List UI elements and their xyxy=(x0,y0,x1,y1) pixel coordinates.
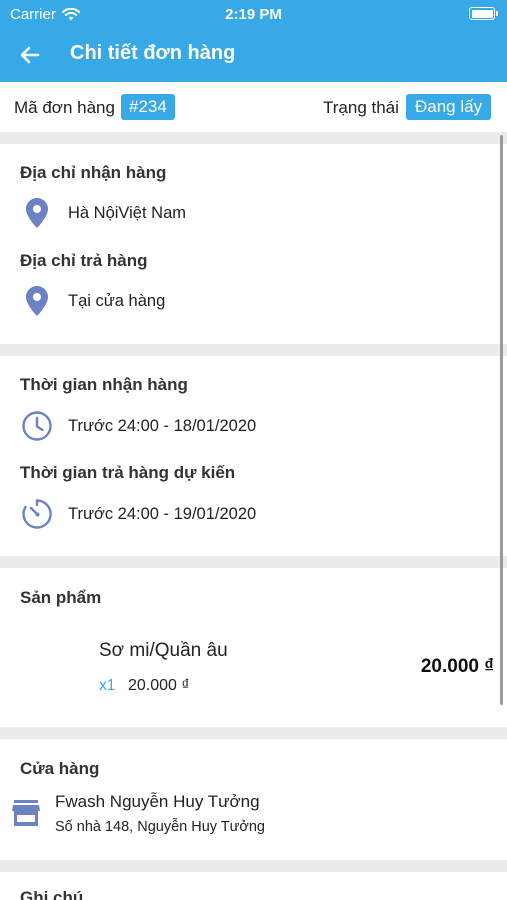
scrollbar[interactable] xyxy=(500,135,503,705)
order-code-badge: #234 xyxy=(121,94,175,120)
order-status-badge: Đang lấy xyxy=(406,94,492,120)
note-title: Ghi chú xyxy=(20,888,84,900)
store-name: Fwash Nguyễn Huy Tưởng xyxy=(55,792,260,811)
nav-bar: Chi tiết đơn hàng xyxy=(0,28,507,82)
store-icon xyxy=(12,800,40,826)
divider xyxy=(0,556,507,568)
divider xyxy=(0,860,507,872)
map-pin-icon xyxy=(20,196,54,230)
order-code-label: Mã đơn hàng xyxy=(14,98,115,117)
return-time-row: Trước 24:00 - 19/01/2020 xyxy=(20,497,256,531)
order-status-label: Trạng thái xyxy=(323,98,399,117)
order-summary: Mã đơn hàng #234 Trạng thái Đang lấy xyxy=(0,82,507,132)
timer-icon xyxy=(20,497,54,531)
store-address: Số nhà 148, Nguyễn Huy Tưởng xyxy=(55,819,265,835)
map-pin-icon xyxy=(20,284,54,318)
store-title: Cửa hàng xyxy=(20,759,100,778)
product-quantity: x1 xyxy=(99,677,116,694)
arrow-left-icon xyxy=(20,46,40,64)
pickup-address-row: Hà NộiViệt Nam xyxy=(20,196,186,230)
status-bar: Carrier 2:19 PM xyxy=(0,0,507,28)
pickup-time-value: Trước 24:00 - 18/01/2020 xyxy=(68,416,257,435)
product-name: Sơ mi/Quần âu xyxy=(99,640,228,661)
pickup-address-value: Hà NộiViệt Nam xyxy=(68,203,186,222)
divider xyxy=(0,727,507,739)
pickup-time-row: Trước 24:00 - 18/01/2020 xyxy=(20,409,256,443)
divider xyxy=(0,344,507,356)
page-title: Chi tiết đơn hàng xyxy=(70,42,236,64)
dropoff-address-value: Tại cửa hàng xyxy=(68,291,166,310)
battery-icon xyxy=(469,7,498,20)
back-button[interactable] xyxy=(14,39,46,71)
product-total-price: 20.000 ₫ xyxy=(420,656,494,677)
dropoff-address-row: Tại cửa hàng xyxy=(20,284,165,318)
pickup-time-title: Thời gian nhận hàng xyxy=(20,375,188,394)
dropoff-address-title: Địa chỉ trả hàng xyxy=(20,251,148,270)
pickup-address-title: Địa chỉ nhận hàng xyxy=(20,163,167,182)
clock: 2:19 PM xyxy=(225,6,282,23)
divider xyxy=(0,132,507,144)
return-time-title: Thời gian trả hàng dự kiến xyxy=(20,463,236,482)
clock-icon xyxy=(20,409,54,443)
products-title: Sản phẩm xyxy=(20,588,102,607)
product-unit-price: 20.000 ₫ xyxy=(128,677,190,694)
return-time-value: Trước 24:00 - 19/01/2020 xyxy=(68,504,257,523)
